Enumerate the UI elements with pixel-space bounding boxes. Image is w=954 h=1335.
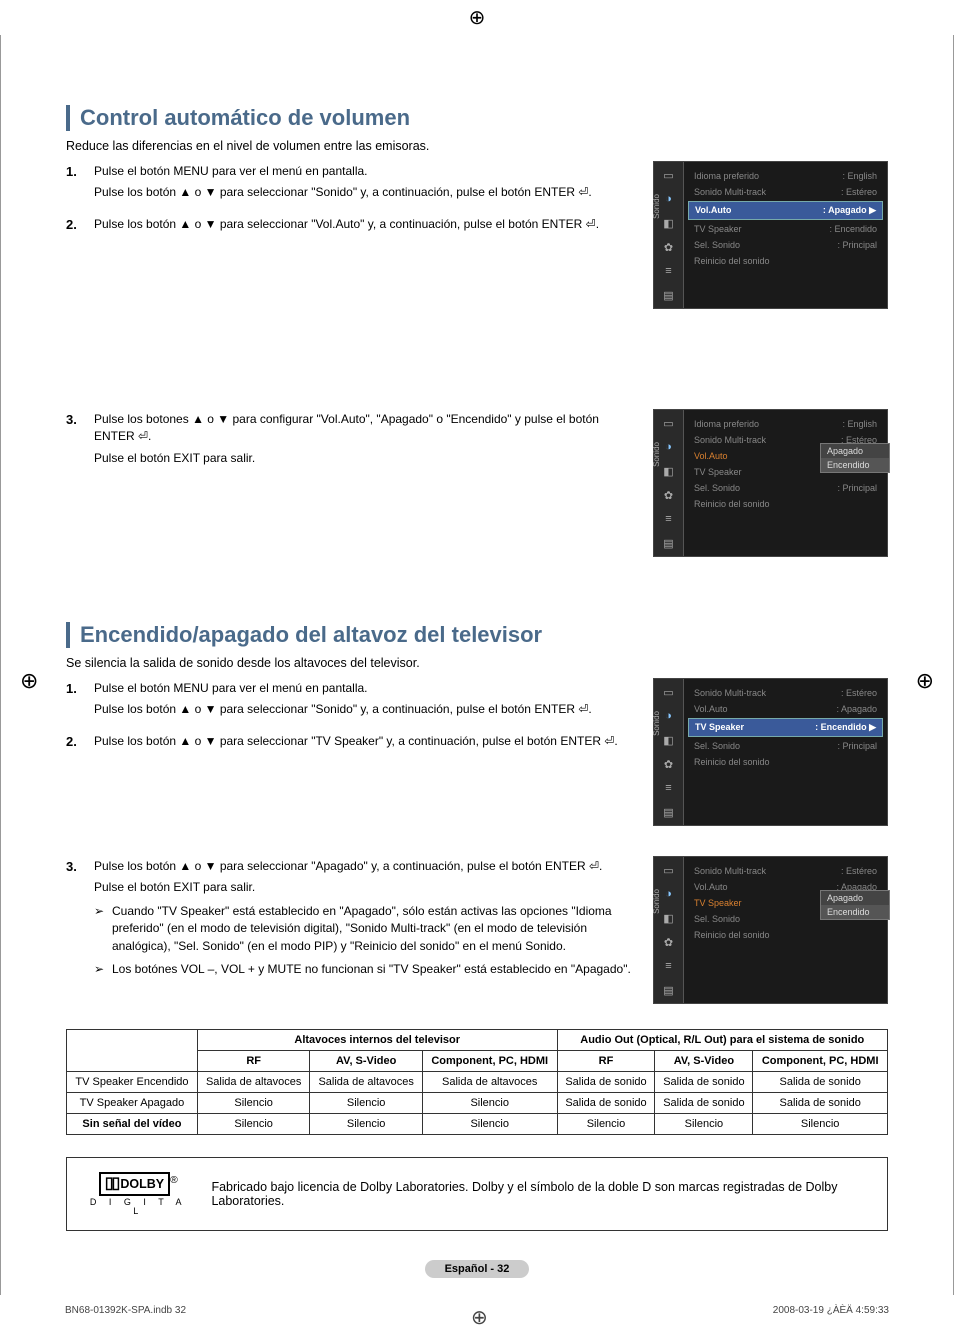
s1-step3: 3. Pulse los botones ▲ o ▼ para configur…: [66, 411, 638, 471]
osd2-dropdown: Apagado Encendido: [820, 443, 890, 473]
app-icon: ▤: [662, 805, 676, 819]
picture-icon: ▭: [662, 685, 676, 699]
s2-step1: 1. Pulse el botón MENU para ver el menú …: [66, 680, 638, 723]
note-1: ➢ Cuando "TV Speaker" está establecido e…: [94, 903, 638, 955]
osd-menu-1: Sonido ▭ ◑ ◧ ✿ ≡ ▤ Idioma preferido: Eng…: [653, 161, 888, 309]
osd-row: Sel. Sonido: Principal: [684, 738, 887, 754]
sound-icon: ◑: [662, 709, 676, 723]
section-vol-auto: Control automático de volumen Reduce las…: [66, 105, 888, 557]
app-icon: ▤: [662, 983, 676, 997]
osd-row: Idioma preferido: English: [684, 168, 887, 184]
osd4-dropdown: Apagado Encendido: [820, 890, 890, 920]
osd-row: TV Speaker: Encendido ▶: [688, 718, 883, 737]
input-icon: ≡: [662, 959, 676, 973]
crop-mark-top-icon: ⊕: [0, 0, 954, 35]
setup-icon: ✿: [662, 935, 676, 949]
picture-icon: ▭: [662, 863, 676, 877]
input-icon: ≡: [662, 781, 676, 795]
osd-body-2: Idioma preferido: EnglishSonido Multi-tr…: [684, 410, 887, 556]
page-number: Español - 32: [66, 1261, 888, 1275]
picture-icon: ▭: [662, 168, 676, 182]
osd-body-1: Idioma preferido: EnglishSonido Multi-tr…: [684, 162, 887, 308]
osd-row: Sonido Multi-track: Estéreo: [684, 863, 887, 879]
osd-menu-4: Sonido ▭ ◑ ◧ ✿ ≡ ▤ Sonido Multi-track: E…: [653, 856, 888, 1004]
osd-row: Sel. Sonido: Principal: [684, 480, 887, 496]
osd-row: Sonido Multi-track: Estéreo: [684, 184, 887, 200]
osd-row: Idioma preferido: English: [684, 416, 887, 432]
sound-icon: ◑: [662, 192, 676, 206]
channel-icon: ◧: [662, 464, 676, 478]
osd-row: Sel. Sonido: Principal: [684, 237, 887, 253]
osd-row: Reinicio del sonido: [684, 927, 887, 943]
input-icon: ≡: [662, 264, 676, 278]
note-2: ➢ Los botónes VOL –, VOL + y MUTE no fun…: [94, 961, 638, 978]
page-body: Control automático de volumen Reduce las…: [0, 35, 954, 1295]
osd-body-3: Sonido Multi-track: EstéreoVol.Auto: Apa…: [684, 679, 887, 825]
channel-icon: ◧: [662, 733, 676, 747]
s2-step2: 2. Pulse los botón ▲ o ▼ para selecciona…: [66, 733, 638, 754]
osd-menu-3: Sonido ▭ ◑ ◧ ✿ ≡ ▤ Sonido Multi-track: E…: [653, 678, 888, 826]
osd-row: Reinicio del sonido: [684, 253, 887, 269]
app-icon: ▤: [662, 288, 676, 302]
dolby-d-icon: ▯▯: [105, 1176, 119, 1192]
sound-icon: ◑: [662, 887, 676, 901]
dolby-text: Fabricado bajo licencia de Dolby Laborat…: [211, 1180, 869, 1208]
osd-row: TV Speaker: Encendido: [684, 221, 887, 237]
osd-row: Vol.Auto: Apagado ▶: [688, 201, 883, 220]
note-arrow-icon: ➢: [94, 903, 112, 955]
dolby-logo: ▯▯ DOLBY ® D I G I T A L: [85, 1172, 191, 1216]
crop-mark-bottom-icon: ⊕: [471, 1305, 488, 1330]
setup-icon: ✿: [662, 488, 676, 502]
print-footer: BN68-01392K-SPA.indb 32 ⊕ 2008-03-19 ¿ÀÈ…: [0, 1295, 954, 1335]
section-tv-speaker: Encendido/apagado del altavoz del televi…: [66, 622, 888, 1004]
note-arrow-icon: ➢: [94, 961, 112, 978]
dolby-license-box: ▯▯ DOLBY ® D I G I T A L Fabricado bajo …: [66, 1157, 888, 1231]
osd-sidebar-label: Sonido: [652, 194, 661, 219]
s2-step3: 3. Pulse los botón ▲ o ▼ para selecciona…: [66, 858, 638, 978]
section1-title: Control automático de volumen: [66, 105, 888, 131]
osd-body-4: Sonido Multi-track: EstéreoVol.Auto: Apa…: [684, 857, 887, 1003]
osd-row: Reinicio del sonido: [684, 496, 887, 512]
section2-intro: Se silencia la salida de sonido desde lo…: [66, 656, 888, 670]
section2-title: Encendido/apagado del altavoz del televi…: [66, 622, 888, 648]
osd-row: Reinicio del sonido: [684, 754, 887, 770]
picture-icon: ▭: [662, 416, 676, 430]
speaker-output-table: Altavoces internos del televisor Audio O…: [66, 1029, 888, 1135]
s1-step2: 2. Pulse los botón ▲ o ▼ para selecciona…: [66, 216, 638, 237]
sound-icon: ◑: [662, 440, 676, 454]
setup-icon: ✿: [662, 240, 676, 254]
s1-step1: 1. Pulse el botón MENU para ver el menú …: [66, 163, 638, 206]
osd-row: Sonido Multi-track: Estéreo: [684, 685, 887, 701]
osd-menu-2: Sonido ▭ ◑ ◧ ✿ ≡ ▤ Idioma preferido: Eng…: [653, 409, 888, 557]
setup-icon: ✿: [662, 757, 676, 771]
section1-intro: Reduce las diferencias en el nivel de vo…: [66, 139, 888, 153]
channel-icon: ◧: [662, 911, 676, 925]
input-icon: ≡: [662, 512, 676, 526]
app-icon: ▤: [662, 536, 676, 550]
osd-row: Vol.Auto: Apagado: [684, 701, 887, 717]
channel-icon: ◧: [662, 216, 676, 230]
